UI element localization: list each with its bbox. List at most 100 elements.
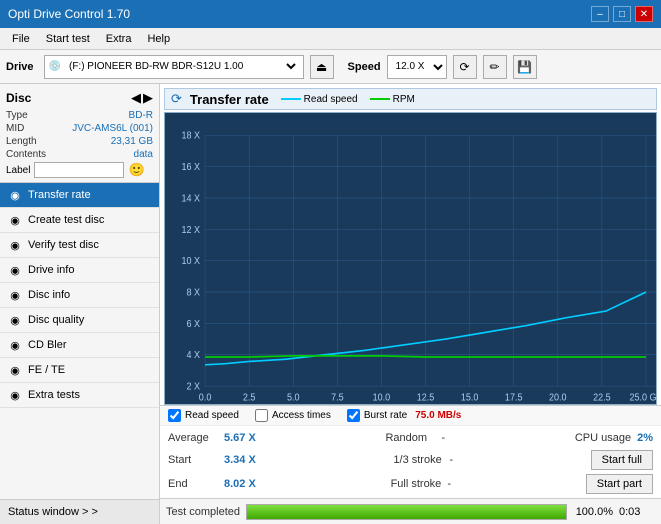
access-times-checkbox-label: Access times [272, 410, 331, 421]
svg-text:2.5: 2.5 [243, 392, 256, 404]
speed-label: Speed [348, 61, 381, 73]
sidebar-item-fe-te[interactable]: ◉ FE / TE [0, 358, 159, 383]
chart-icon: ⟳ [171, 91, 182, 107]
transfer-rate-label: Transfer rate [28, 189, 91, 201]
burst-rate-checkbox[interactable] [347, 409, 360, 422]
checkboxes-row: Read speed Access times Burst rate 75.0 … [160, 406, 661, 426]
svg-text:16 X: 16 X [182, 162, 201, 174]
verify-test-disc-label: Verify test disc [28, 239, 99, 251]
stats-row-1: Average 5.67 X Random - CPU usage 2% [168, 428, 653, 448]
menu-start-test[interactable]: Start test [38, 31, 98, 47]
sidebar-item-create-test-disc[interactable]: ◉ Create test disc [0, 208, 159, 233]
svg-text:15.0: 15.0 [461, 392, 479, 404]
progress-area: Test completed 100.0% 0:03 [160, 498, 661, 524]
drive-disc-icon: 💿 [49, 61, 61, 72]
svg-text:0.0: 0.0 [199, 392, 212, 404]
disc-panel-title: Disc [6, 91, 31, 105]
fe-te-icon: ◉ [8, 363, 22, 377]
stats-row-3: End 8.02 X Full stroke - Start part [168, 472, 653, 496]
sidebar-item-transfer-rate[interactable]: ◉ Transfer rate [0, 183, 159, 208]
sidebar-item-cd-bler[interactable]: ◉ CD Bler [0, 333, 159, 358]
chart-title: Transfer rate [190, 92, 269, 107]
svg-text:22.5: 22.5 [593, 392, 611, 404]
chart-container: ⟳ Transfer rate Read speed RPM [160, 84, 661, 405]
end-value: 8.02 X [224, 478, 256, 490]
access-times-checkbox-item[interactable]: Access times [255, 409, 331, 422]
access-times-checkbox[interactable] [255, 409, 268, 422]
start-part-button[interactable]: Start part [586, 474, 653, 494]
average-value: 5.67 X [224, 432, 256, 444]
mid-value: JVC-AMS6L (001) [72, 123, 153, 134]
app-title: Opti Drive Control 1.70 [8, 7, 130, 21]
length-label: Length [6, 136, 37, 147]
status-window-label: Status window > > [8, 506, 98, 518]
svg-text:17.5: 17.5 [505, 392, 523, 404]
save-button[interactable]: 💾 [513, 55, 537, 79]
svg-text:10 X: 10 X [182, 256, 201, 268]
close-button[interactable]: ✕ [635, 6, 653, 22]
disc-info-icon: ◉ [8, 288, 22, 302]
svg-text:25.0 GB: 25.0 GB [629, 392, 656, 404]
cd-bler-icon: ◉ [8, 338, 22, 352]
start-full-button[interactable]: Start full [591, 450, 653, 470]
svg-text:7.5: 7.5 [331, 392, 344, 404]
main-layout: Disc ◀ ▶ Type BD-R MID JVC-AMS6L (001) L… [0, 84, 661, 524]
label-input[interactable] [34, 162, 124, 178]
chart-area: 18 X 16 X 14 X 12 X 10 X 8 X 6 X 4 X 2 X… [164, 112, 657, 405]
minimize-button[interactable]: – [591, 6, 609, 22]
burst-rate-checkbox-item[interactable]: Burst rate 75.0 MB/s [347, 409, 462, 422]
label-text: Label [6, 165, 30, 176]
cpu-label: CPU usage [575, 432, 631, 444]
drive-info-icon: ◉ [8, 263, 22, 277]
full-stroke-value: - [447, 478, 451, 490]
stats-rows: Average 5.67 X Random - CPU usage 2% [160, 426, 661, 498]
start-label: Start [168, 454, 218, 466]
drive-dropdown[interactable]: (F:) PIONEER BD-RW BDR-S12U 1.00 [65, 60, 299, 73]
svg-text:10.0: 10.0 [373, 392, 391, 404]
disc-label-row: Label 🙂 [6, 162, 153, 178]
disc-type-row: Type BD-R [6, 110, 153, 121]
label-smiley-icon[interactable]: 🙂 [128, 162, 144, 178]
average-stat: Average 5.67 X [168, 430, 256, 446]
menu-file[interactable]: File [4, 31, 38, 47]
status-window-button[interactable]: Status window > > [0, 499, 159, 524]
contents-value: data [134, 149, 153, 160]
stats-row-2: Start 3.34 X 1/3 stroke - Start full [168, 448, 653, 472]
menu-help[interactable]: Help [139, 31, 178, 47]
disc-quality-label: Disc quality [28, 314, 84, 326]
drive-select-container[interactable]: 💿 (F:) PIONEER BD-RW BDR-S12U 1.00 [44, 55, 304, 79]
disc-icons: ◀ ▶ [131, 90, 153, 106]
cpu-stat: CPU usage 2% [575, 430, 653, 446]
sidebar-item-verify-test-disc[interactable]: ◉ Verify test disc [0, 233, 159, 258]
progress-percent: 100.0% [573, 506, 613, 518]
disc-contents-row: Contents data [6, 149, 153, 160]
menu-extra[interactable]: Extra [98, 31, 140, 47]
stats-area: Read speed Access times Burst rate 75.0 … [160, 405, 661, 498]
random-value: - [441, 432, 445, 444]
read-speed-checkbox[interactable] [168, 409, 181, 422]
chart-header: ⟳ Transfer rate Read speed RPM [164, 88, 657, 110]
chart-svg: 18 X 16 X 14 X 12 X 10 X 8 X 6 X 4 X 2 X… [165, 113, 656, 404]
mid-label: MID [6, 123, 24, 134]
read-speed-checkbox-item[interactable]: Read speed [168, 409, 239, 422]
sidebar-item-disc-info[interactable]: ◉ Disc info [0, 283, 159, 308]
end-stat: End 8.02 X [168, 476, 256, 492]
burst-rate-value: 75.0 MB/s [415, 410, 461, 421]
progress-bar-fill [247, 505, 566, 519]
progress-time: 0:03 [619, 506, 655, 518]
disc-settings-icon: ▶ [143, 90, 153, 106]
eject-button[interactable]: ⏏ [310, 55, 334, 79]
disc-arrow-icon: ◀ [131, 90, 141, 106]
legend-read-speed: Read speed [281, 94, 358, 105]
start-stat: Start 3.34 X [168, 452, 256, 468]
sidebar-item-disc-quality[interactable]: ◉ Disc quality [0, 308, 159, 333]
refresh-button[interactable]: ⟳ [453, 55, 477, 79]
legend-rpm-color [370, 98, 390, 100]
edit-button[interactable]: ✏ [483, 55, 507, 79]
extra-tests-icon: ◉ [8, 388, 22, 402]
maximize-button[interactable]: □ [613, 6, 631, 22]
svg-text:4 X: 4 X [187, 350, 201, 362]
speed-dropdown[interactable]: 12.0 X [387, 55, 447, 79]
sidebar-item-drive-info[interactable]: ◉ Drive info [0, 258, 159, 283]
sidebar-item-extra-tests[interactable]: ◉ Extra tests [0, 383, 159, 408]
